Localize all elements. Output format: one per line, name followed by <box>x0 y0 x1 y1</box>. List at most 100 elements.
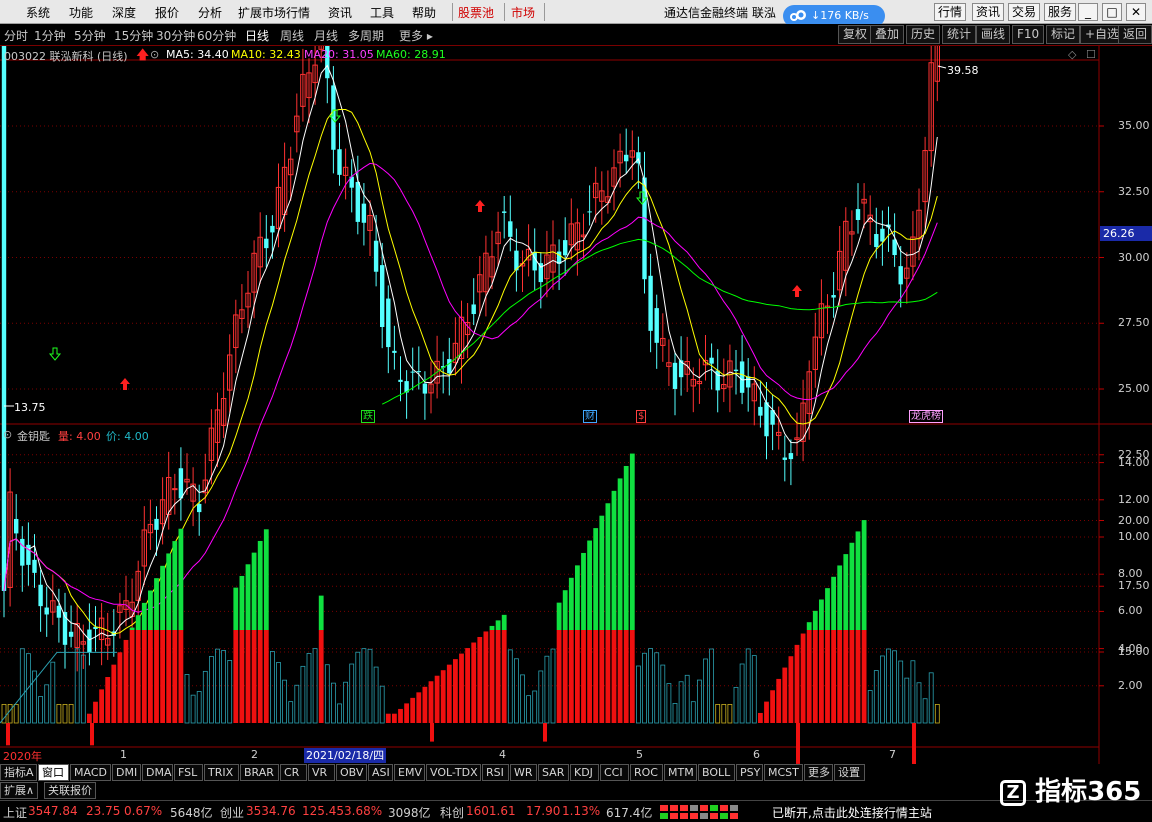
toolbar-button[interactable]: 叠加 <box>870 25 905 44</box>
menu-item[interactable]: 扩展市场行情 <box>238 4 310 21</box>
indicator-tab[interactable]: MACD <box>70 764 111 781</box>
diamond-icon[interactable]: ◇ <box>1068 48 1076 61</box>
toolbar-button[interactable]: 返回 <box>1118 25 1152 44</box>
menu-item[interactable]: 分析 <box>198 4 222 21</box>
indicator-tab[interactable]: VOL-TDX <box>426 764 481 781</box>
menu-item[interactable]: 帮助 <box>412 4 436 21</box>
indicator-tab[interactable]: WR <box>510 764 537 781</box>
x-axis-month: 5 <box>636 748 643 761</box>
timeframe-tab[interactable]: 30分钟 <box>156 27 195 44</box>
timeframe-tab[interactable]: 5分钟 <box>74 27 106 44</box>
timeframe-tab[interactable]: 周线 <box>280 27 304 44</box>
event-marker[interactable]: 跌 <box>361 410 375 423</box>
cy-index-value: 3534.76 <box>246 804 296 818</box>
candle-body <box>471 304 476 315</box>
indicator-tab[interactable]: ROC <box>630 764 663 781</box>
timeframe-toolbar: 分时 1分钟 5分钟 15分钟 30分钟 60分钟 日线 周线 月线 多周期 更多 ▸ 复权 叠加 历史… <box>0 24 1152 46</box>
toolbar-button[interactable]: 统计 <box>942 25 977 44</box>
menu-item[interactable]: 报价 <box>155 4 179 21</box>
timeframe-tab[interactable]: 更多 ▸ <box>399 27 433 44</box>
timeframe-tab[interactable]: 日线 <box>245 27 269 44</box>
indicator-tab[interactable]: 更多 <box>804 764 833 781</box>
indicator-bar-outline <box>288 701 294 724</box>
indicator-tab[interactable]: BRAR <box>240 764 279 781</box>
indicator-tab[interactable]: RSI <box>482 764 509 781</box>
menu-item[interactable]: 资讯 <box>328 4 352 21</box>
chevron-down-icon[interactable]: ⊙ <box>150 48 159 61</box>
indicator-bar-red <box>758 712 763 723</box>
toolbar-button[interactable]: 标记 <box>1046 25 1081 44</box>
toolbar-button[interactable]: 画线 <box>976 25 1011 44</box>
candle-body <box>361 203 367 223</box>
menu-item[interactable]: 工具 <box>370 4 394 21</box>
minimize-button[interactable]: _ <box>1078 3 1098 21</box>
related-quotes-tab[interactable]: 关联报价 <box>44 782 96 799</box>
timeframe-tab[interactable]: 月线 <box>314 27 338 44</box>
expand-tab[interactable]: 扩展∧ <box>0 782 39 799</box>
indicator-bar-red <box>837 630 843 723</box>
menu-item-stock-pool[interactable]: 股票池 <box>458 4 494 21</box>
menu-item-market[interactable]: 市场 <box>511 4 535 21</box>
close-button[interactable]: ✕ <box>1126 3 1146 21</box>
toolbar-button[interactable]: F10 <box>1012 25 1045 44</box>
indicator-bar-outline <box>684 674 690 724</box>
top-right-button[interactable]: 交易 <box>1008 3 1041 21</box>
indicator-tab[interactable]: KDJ <box>570 764 599 781</box>
connection-message[interactable]: 已断开,点击此处连接行情主站 <box>772 804 932 821</box>
indicator-tab[interactable]: 指标A <box>0 764 37 781</box>
event-marker[interactable]: 财 <box>583 410 597 423</box>
candle-body <box>782 457 787 460</box>
indicator-tab[interactable]: BOLL <box>698 764 735 781</box>
indicator-bar-negative <box>6 723 10 746</box>
indicator-tab[interactable]: 窗口 <box>38 764 69 781</box>
chart-area[interactable] <box>0 46 1152 764</box>
menu-item[interactable]: 功能 <box>69 4 93 21</box>
indicator-tab[interactable]: SAR <box>538 764 569 781</box>
indicator-tab[interactable]: DMA <box>142 764 173 781</box>
toolbar-button[interactable]: 历史 <box>906 25 941 44</box>
indicator-tab[interactable]: DMI <box>112 764 141 781</box>
maximize-button[interactable]: □ <box>1102 3 1122 21</box>
candle-body <box>764 402 769 437</box>
indicator-bar-red <box>623 630 629 723</box>
indicator-tab[interactable]: TRIX <box>204 764 239 781</box>
menu-item[interactable]: 系统 <box>26 4 50 21</box>
menu-item[interactable]: 深度 <box>112 4 136 21</box>
indicator-tab[interactable]: MCST <box>764 764 803 781</box>
indicator-menu-icon[interactable]: ⊙ <box>3 428 12 441</box>
window-icon[interactable]: ☐ <box>1086 48 1096 61</box>
timeframe-tab[interactable]: 1分钟 <box>34 27 66 44</box>
event-marker[interactable]: 龙虎榜 <box>909 410 943 423</box>
top-right-button[interactable]: 服务 <box>1044 3 1077 21</box>
event-marker[interactable]: $ <box>636 410 647 423</box>
indicator-tab[interactable]: VR <box>308 764 335 781</box>
top-right-button[interactable]: 资讯 <box>972 3 1005 21</box>
indicator-tab[interactable]: 设置 <box>834 764 865 781</box>
indicator-tab[interactable]: CR <box>280 764 307 781</box>
indicator-bar-outline <box>636 665 641 724</box>
indicator-bar-red <box>440 670 446 723</box>
indicator-bar-outline <box>324 664 330 724</box>
timeframe-tab[interactable]: 分时 <box>4 27 28 44</box>
indicator-bar-green <box>629 453 635 630</box>
indicator-tab[interactable]: FSL <box>174 764 203 781</box>
top-right-button[interactable]: 行情 <box>934 3 967 21</box>
indicator-tab[interactable]: ASI <box>368 764 393 781</box>
indicator-bar-green <box>318 595 324 630</box>
indicator-bar-outline <box>68 704 74 724</box>
indicator-tab[interactable]: EMV <box>394 764 425 781</box>
indicator-bar-red <box>593 630 599 723</box>
indicator-bar-outline <box>184 674 190 724</box>
indicator-bar-red <box>489 630 495 723</box>
timeframe-tab[interactable]: 多周期 <box>348 27 384 44</box>
price-axis-tick: 27.50 <box>1118 316 1150 330</box>
price-axis-tick: 20.00 <box>1118 513 1150 527</box>
toolbar-button[interactable]: 复权 <box>838 25 873 44</box>
indicator-bar-negative <box>430 723 434 742</box>
timeframe-tab[interactable]: 15分钟 <box>114 27 153 44</box>
indicator-tab[interactable]: CCI <box>600 764 629 781</box>
timeframe-tab[interactable]: 60分钟 <box>197 27 236 44</box>
indicator-tab[interactable]: OBV <box>336 764 367 781</box>
indicator-tab[interactable]: PSY <box>736 764 763 781</box>
indicator-tab[interactable]: MTM <box>664 764 697 781</box>
